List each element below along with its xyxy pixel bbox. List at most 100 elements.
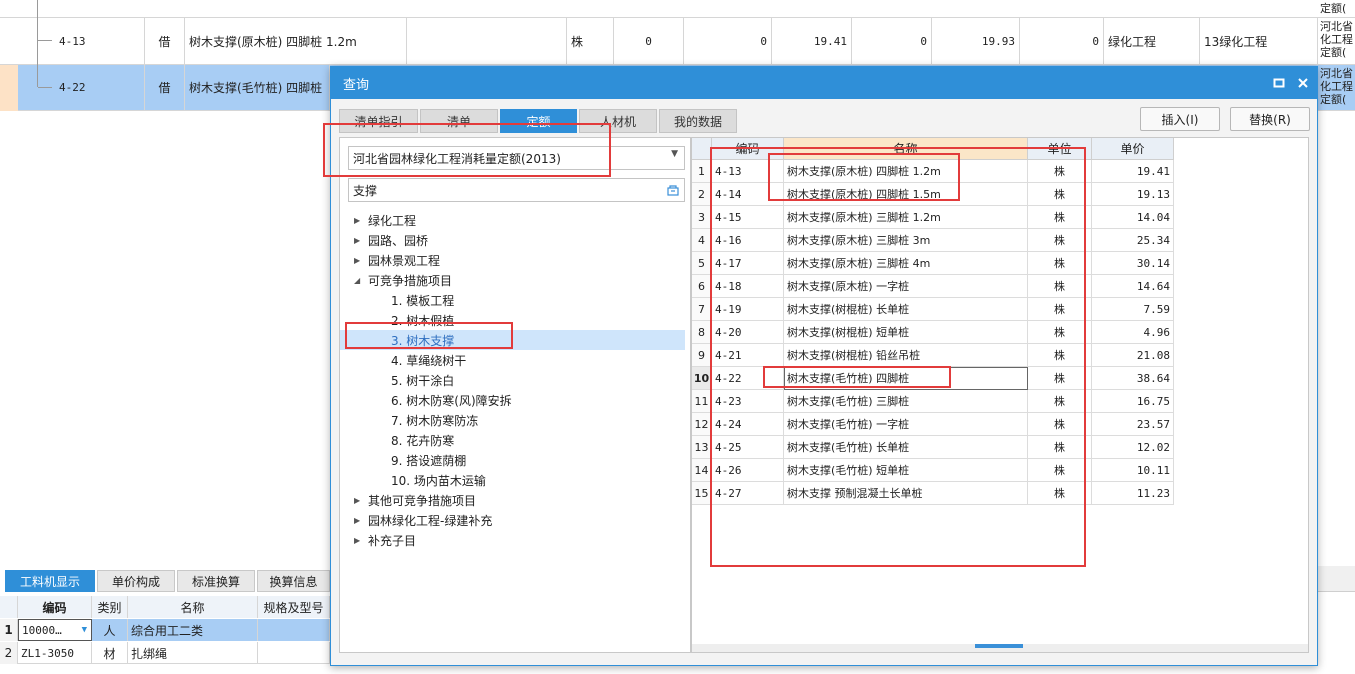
tab-materials[interactable]: 人材机 (579, 109, 657, 133)
row-unit[interactable]: 株 (1028, 160, 1092, 183)
row-name[interactable]: 树木支撑(毛竹桩) 三脚桩 (784, 390, 1028, 413)
row-index[interactable]: 2 (692, 183, 712, 206)
tab-bill[interactable]: 清单 (420, 109, 498, 133)
table-row[interactable]: 2 ZL1-3050 材 扎绑绳 (0, 642, 330, 664)
row-price[interactable]: 19.13 (1092, 183, 1174, 206)
row-unit[interactable]: 株 (1028, 321, 1092, 344)
row-code[interactable]: 4-15 (712, 206, 784, 229)
row-unit[interactable]: 株 (1028, 413, 1092, 436)
tab-my-data[interactable]: 我的数据 (659, 109, 737, 133)
tree-item[interactable]: ▶ 园林绿化工程-绿建补充 (354, 510, 492, 530)
row-index[interactable]: 8 (692, 321, 712, 344)
row-index[interactable]: 6 (692, 275, 712, 298)
expand-icon[interactable]: ▶ (354, 216, 368, 225)
row-unit[interactable]: 株 (1028, 252, 1092, 275)
row-unit[interactable]: 株 (1028, 367, 1092, 390)
row-index[interactable]: 9 (692, 344, 712, 367)
horizontal-scrollbar[interactable] (692, 644, 1308, 652)
row-index[interactable]: 7 (692, 298, 712, 321)
row-name[interactable]: 树木支撑(毛竹桩) 四脚桩 (784, 367, 1028, 390)
row-index[interactable]: 10 (692, 367, 712, 390)
row-code[interactable]: 4-25 (712, 436, 784, 459)
close-icon[interactable] (1293, 73, 1313, 93)
col-code[interactable]: 编码 (18, 596, 92, 618)
expand-icon[interactable]: ▶ (354, 536, 368, 545)
row-index[interactable]: 5 (692, 252, 712, 275)
tree-item[interactable]: 3. 树木支撑 (340, 330, 685, 350)
row-type[interactable]: 借 (145, 65, 185, 110)
tree-item[interactable]: 8. 花卉防寒 (340, 430, 454, 450)
row-price[interactable]: 38.64 (1092, 367, 1174, 390)
tree-item[interactable]: 7. 树木防寒防冻 (340, 410, 478, 430)
row-value[interactable]: 0 (852, 18, 932, 64)
tree-item[interactable]: ▶ 补充子目 (354, 530, 416, 550)
row-price[interactable]: 25.34 (1092, 229, 1174, 252)
col-name[interactable]: 名称 (128, 596, 258, 618)
row-name[interactable]: 树木支撑 预制混凝土长单桩 (784, 482, 1028, 505)
col-code[interactable]: 编码 (712, 138, 784, 160)
row-name[interactable]: 树木支撑(树棍桩) 铅丝吊桩 (784, 344, 1028, 367)
tree-item[interactable]: 5. 树干涂白 (340, 370, 454, 390)
row-unit[interactable]: 株 (1028, 482, 1092, 505)
row-name[interactable]: 树木支撑(原木桩) 三脚桩 3m (784, 229, 1028, 252)
tab-quota[interactable]: 定额 (500, 109, 577, 133)
replace-button[interactable]: 替换(R) (1230, 107, 1310, 131)
col-unit[interactable]: 单位 (1028, 138, 1092, 160)
row-code[interactable]: 4-19 (712, 298, 784, 321)
table-row[interactable]: 1 10000… ▼ 人 综合用工二类 (0, 619, 330, 641)
row-index[interactable]: 3 (692, 206, 712, 229)
row-code[interactable]: 4-23 (712, 390, 784, 413)
row-unit[interactable]: 株 (1028, 459, 1092, 482)
row-index[interactable]: 11 (692, 390, 712, 413)
col-name[interactable]: 名称 (784, 138, 1028, 160)
row-code[interactable]: 4-22 (55, 65, 145, 110)
tab-standard-conversion[interactable]: 标准换算 (177, 570, 255, 592)
quota-library-select[interactable]: 河北省园林绿化工程消耗量定额(2013) ▼ (348, 146, 685, 170)
row-price[interactable]: 12.02 (1092, 436, 1174, 459)
tree-item[interactable]: 4. 草绳绕树干 (340, 350, 466, 370)
tree-item[interactable]: 9. 搭设遮荫棚 (340, 450, 466, 470)
row-value[interactable]: 0 (684, 18, 772, 64)
row-code[interactable]: 4-27 (712, 482, 784, 505)
row-code[interactable]: 4-14 (712, 183, 784, 206)
code-input[interactable]: 10000… ▼ (18, 619, 92, 641)
row-code[interactable]: 4-26 (712, 459, 784, 482)
row-unit[interactable]: 株 (1028, 298, 1092, 321)
tree-item[interactable]: 6. 树木防寒(风)障安拆 (340, 390, 512, 410)
row-index[interactable]: 12 (692, 413, 712, 436)
row-unit[interactable]: 株 (567, 18, 614, 64)
row-name[interactable]: 树木支撑(原木桩) 四脚桩 1.5m (784, 183, 1028, 206)
row-code[interactable]: 4-24 (712, 413, 784, 436)
row-price[interactable]: 19.41 (1092, 160, 1174, 183)
chevron-down-icon[interactable]: ▼ (671, 149, 678, 159)
row-value[interactable]: 0 (614, 18, 684, 64)
col-spec[interactable]: 规格及型号 (258, 596, 330, 618)
row-code[interactable]: 4-21 (712, 344, 784, 367)
row-unit[interactable]: 株 (1028, 436, 1092, 459)
row-value[interactable]: 19.41 (772, 18, 852, 64)
row-price[interactable]: 23.57 (1092, 413, 1174, 436)
row-unit[interactable]: 株 (1028, 344, 1092, 367)
maximize-icon[interactable] (1269, 73, 1289, 93)
row-name[interactable]: 树木支撑(原木桩) 三脚桩 1.2m (784, 206, 1028, 229)
row-index[interactable]: 4 (692, 229, 712, 252)
row-name[interactable]: 树木支撑(树棍桩) 长单桩 (784, 298, 1028, 321)
expand-icon[interactable]: ▶ (354, 236, 368, 245)
row-code[interactable]: 4-17 (712, 252, 784, 275)
tree-item[interactable]: ◢ 可竞争措施项目 (354, 270, 452, 290)
expand-icon[interactable]: ▶ (354, 256, 368, 265)
row-type[interactable]: 借 (145, 18, 185, 64)
row-name[interactable]: 树木支撑(树棍桩) 短单桩 (784, 321, 1028, 344)
tree-item[interactable]: 2. 树木假植 (340, 310, 454, 330)
row-price[interactable]: 4.96 (1092, 321, 1174, 344)
row-name[interactable]: 树木支撑(毛竹桩) 短单桩 (784, 459, 1028, 482)
row-code[interactable]: 4-18 (712, 275, 784, 298)
row-price[interactable]: 21.08 (1092, 344, 1174, 367)
row-index[interactable]: 15 (692, 482, 712, 505)
row-unit[interactable]: 株 (1028, 275, 1092, 298)
row-code[interactable]: 4-22 (712, 367, 784, 390)
tree-item[interactable]: ▶ 绿化工程 (354, 210, 416, 230)
row-price[interactable]: 7.59 (1092, 298, 1174, 321)
row-index[interactable]: 13 (692, 436, 712, 459)
dropdown-icon[interactable]: ▼ (82, 625, 87, 635)
